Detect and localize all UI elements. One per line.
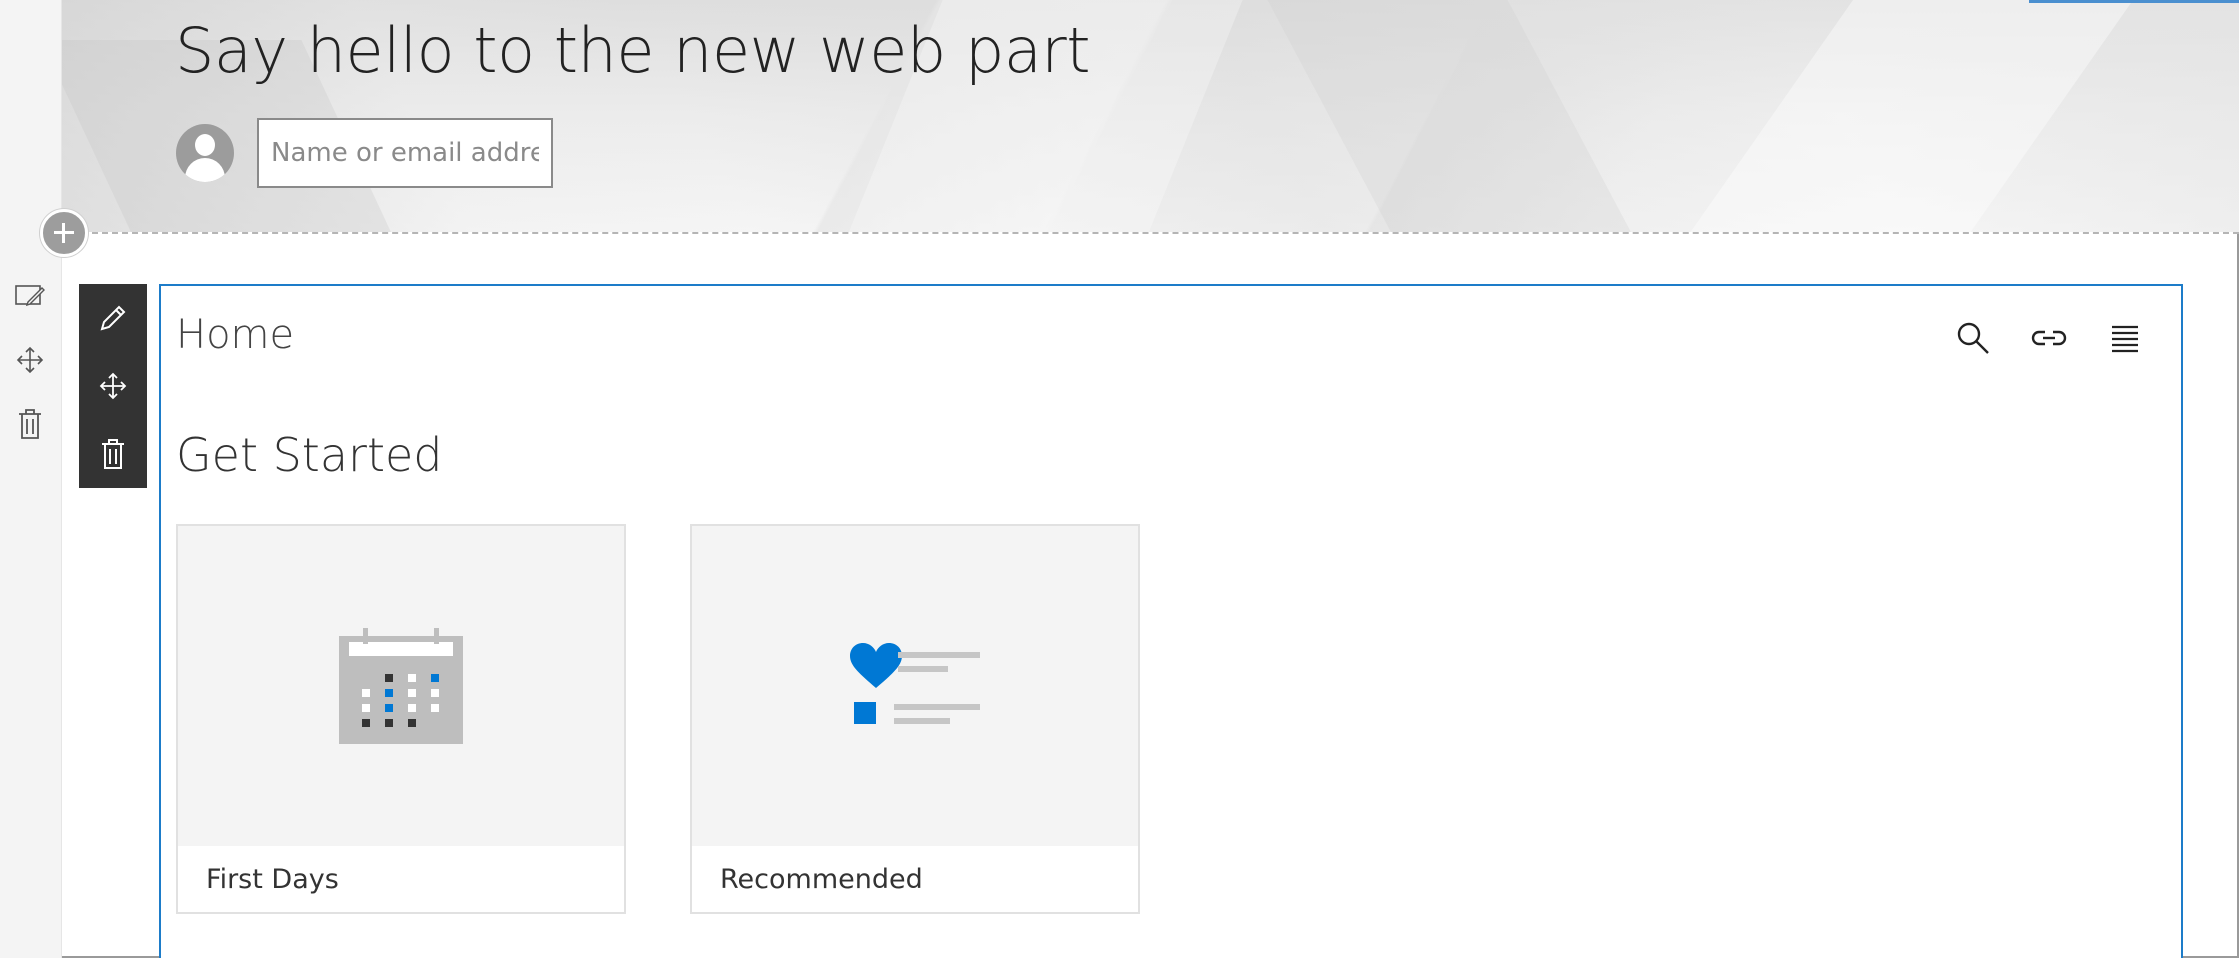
search-icon[interactable] [1955, 320, 1991, 356]
menu-icon[interactable] [2107, 320, 2143, 356]
page-title[interactable]: Say hello to the new web part [175, 14, 1091, 87]
card-recommended[interactable]: Recommended [690, 524, 1140, 914]
calendar-icon [339, 628, 463, 744]
card-first-days[interactable]: First Days [176, 524, 626, 914]
card-thumbnail [692, 526, 1138, 846]
card-label: Recommended [720, 864, 923, 895]
webpart-actions [1955, 320, 2143, 356]
author-avatar [176, 124, 234, 182]
author-name-input[interactable] [257, 118, 553, 188]
webpart-toolbar [79, 284, 147, 488]
top-accent-bar [2029, 0, 2239, 3]
add-section-button[interactable] [40, 209, 88, 257]
section-tools [10, 276, 50, 468]
edit-section-icon[interactable] [10, 276, 50, 316]
card-label: First Days [206, 864, 339, 895]
webpart-nav-title[interactable]: Home [176, 312, 294, 358]
delete-section-icon[interactable] [10, 404, 50, 444]
left-gutter [0, 0, 62, 958]
card-thumbnail [178, 526, 624, 846]
move-section-icon[interactable] [10, 340, 50, 380]
banner-facet [1656, 0, 2148, 232]
edit-webpart-icon[interactable] [79, 284, 147, 352]
banner-facet [1235, 0, 1689, 232]
section-heading: Get Started [176, 428, 443, 482]
section-divider [62, 232, 2239, 234]
delete-webpart-icon[interactable] [79, 420, 147, 488]
move-webpart-icon[interactable] [79, 352, 147, 420]
webpart-container[interactable]: Home Get Started First Days Recommended [159, 284, 2183, 958]
heart-list-icon [850, 643, 980, 724]
link-icon[interactable] [2031, 320, 2067, 356]
